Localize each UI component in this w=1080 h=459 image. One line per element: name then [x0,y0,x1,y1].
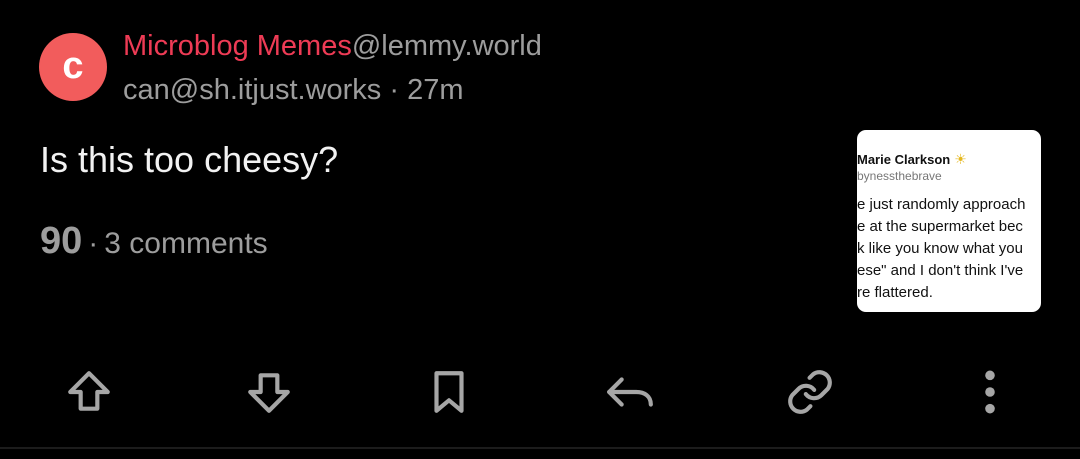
thumbnail-line: re flattered. [857,284,933,301]
bookmark-button[interactable] [419,362,479,422]
thumbnail-line: k like you know what you [857,240,1023,257]
community-instance: @lemmy.world [351,30,542,62]
thumbnail-line: e just randomly approach [857,196,1026,213]
more-options-button[interactable] [960,362,1020,422]
post-score: 90 [40,220,83,262]
post-stats: 90 · 3 comments [40,219,268,271]
share-link-button[interactable] [780,362,840,422]
reply-button[interactable] [600,362,660,422]
thumbnail-line: e at the supermarket bec [857,218,1023,235]
post-title[interactable]: Is this too cheesy? [40,138,338,182]
post-action-bar [0,352,1080,432]
thumbnail-line: ese" and I don't think I've [857,262,1024,279]
community-name: Microblog Memes [123,30,352,62]
author-link[interactable]: can@sh.itjust.works [123,74,381,106]
thumbnail-author-name: Marie Clarkson ☀ [857,151,967,168]
more-icon [985,370,995,414]
sun-icon: ☀ [954,151,967,167]
thumbnail-name-text: Marie Clarkson [857,152,951,167]
reply-icon [607,377,653,407]
byline-separator: · [389,74,400,106]
post-divider [0,447,1080,449]
thumbnail-handle: bynessthebrave [857,169,942,183]
bookmark-icon [434,371,464,413]
post-byline: can@sh.itjust.works · 27m [123,72,464,108]
community-avatar[interactable]: c [39,33,107,101]
downvote-icon [248,373,290,413]
comment-count[interactable]: 3 comments [104,227,267,260]
upvote-icon [68,371,110,411]
stats-separator: · [88,227,99,260]
link-icon [788,370,832,414]
post-age: 27m [407,74,464,106]
community-link[interactable]: Microblog Memes@lemmy.world [123,28,542,64]
post-thumbnail[interactable]: Marie Clarkson ☀ bynessthebrave e just ra… [857,130,1041,312]
upvote-button[interactable] [59,362,119,422]
downvote-button[interactable] [239,362,299,422]
thumbnail-text: e just randomly approach e at the superm… [857,194,1025,304]
avatar-letter: c [62,45,84,87]
